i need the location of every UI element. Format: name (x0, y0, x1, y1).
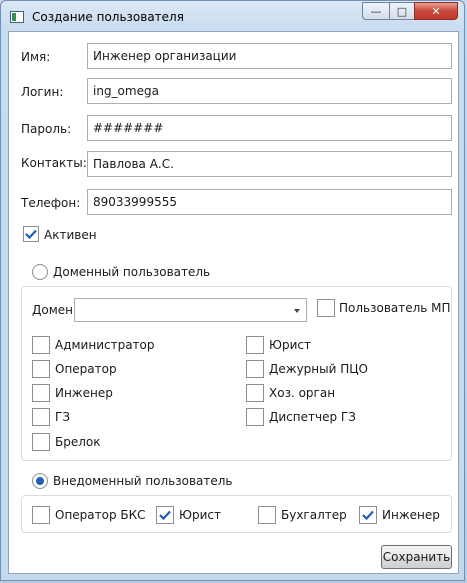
login-label: Логин: (21, 85, 64, 99)
checkmark-icon (25, 229, 37, 239)
app-icon (10, 11, 24, 23)
domain-combobox[interactable] (74, 298, 307, 322)
title-bar[interactable]: Создание пользователя — □ ✕ (1, 1, 464, 31)
contacts-field[interactable]: Павлова А.С. (87, 151, 452, 177)
role-operator-checkbox[interactable] (32, 360, 50, 378)
name-field[interactable]: Инженер организации (87, 43, 452, 69)
contacts-label: Контакты: (21, 156, 87, 170)
nondomain-roles-group: Оператор БКС Юрист Бухгалтер Инженер (21, 495, 452, 533)
maximize-button[interactable]: □ (389, 2, 415, 20)
role-engineer-checkbox[interactable] (32, 384, 50, 402)
role-dispatcher-gz-label: Диспетчер ГЗ (269, 410, 356, 424)
name-label: Имя: (21, 50, 51, 64)
domain-roles-group: Домен Пользователь МП Администратор Юрис… (21, 286, 452, 461)
role-keyfob-label: Брелок (55, 435, 101, 449)
role-administrator-checkbox[interactable] (32, 336, 50, 354)
role-accountant-label: Бухгалтер (281, 508, 347, 522)
checkmark-icon (362, 510, 374, 520)
active-checkbox[interactable] (23, 226, 39, 242)
minimize-icon: — (370, 4, 382, 18)
role-dispatcher-gz-checkbox[interactable] (246, 408, 264, 426)
role-gz-label: ГЗ (55, 410, 71, 424)
login-field[interactable]: ing_omega (87, 78, 452, 104)
close-button[interactable]: ✕ (414, 2, 458, 20)
role-engineer-label: Инженер (55, 386, 113, 400)
role-operator-label: Оператор (55, 362, 117, 376)
role-household-label: Хоз. орган (269, 386, 336, 400)
role-operator-bks-checkbox[interactable] (32, 506, 50, 524)
role-lawyer-nd-label: Юрист (179, 508, 221, 522)
password-label: Пароль: (21, 122, 72, 136)
nondomain-user-radio[interactable] (32, 473, 48, 489)
role-gz-checkbox[interactable] (32, 408, 50, 426)
role-lawyer-checkbox[interactable] (246, 336, 264, 354)
role-duty-pco-checkbox[interactable] (246, 360, 264, 378)
close-icon: ✕ (431, 4, 441, 18)
active-label: Активен (44, 228, 97, 242)
role-operator-bks-label: Оператор БКС (55, 508, 146, 522)
role-engineer-nd-label: Инженер (382, 508, 440, 522)
role-lawyer-nd-checkbox[interactable] (156, 506, 174, 524)
nondomain-user-label: Внедоменный пользователь (53, 474, 233, 488)
dialog-body: Имя: Инженер организации Логин: ing_omeg… (8, 31, 459, 574)
role-household-checkbox[interactable] (246, 384, 264, 402)
role-duty-pco-label: Дежурный ПЦО (269, 362, 369, 376)
domain-label: Домен (32, 303, 73, 317)
domain-user-label: Доменный пользователь (53, 265, 211, 279)
phone-field[interactable]: 89033999555 (87, 189, 452, 215)
save-button[interactable]: Сохранить (381, 545, 452, 569)
role-administrator-label: Администратор (55, 338, 155, 352)
phone-label: Телефон: (21, 196, 81, 210)
mp-user-label: Пользователь МП (339, 301, 451, 315)
domain-user-radio[interactable] (32, 264, 48, 280)
create-user-window: Создание пользователя — □ ✕ Имя: Инженер… (0, 0, 465, 581)
maximize-icon: □ (396, 4, 408, 18)
minimize-button[interactable]: — (362, 2, 390, 20)
mp-user-checkbox[interactable] (317, 299, 335, 317)
role-lawyer-label: Юрист (269, 338, 311, 352)
role-engineer-nd-checkbox[interactable] (359, 506, 377, 524)
checkmark-icon (159, 510, 171, 520)
chevron-down-icon (294, 309, 300, 313)
role-keyfob-checkbox[interactable] (32, 433, 50, 451)
password-field[interactable]: ####### (87, 115, 452, 141)
role-accountant-checkbox[interactable] (258, 506, 276, 524)
window-title: Создание пользователя (32, 10, 184, 24)
